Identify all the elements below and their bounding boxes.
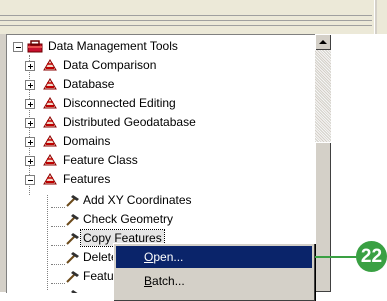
expand-toggle[interactable]: [25, 156, 35, 166]
expand-toggle[interactable]: [25, 118, 35, 128]
expand-toggle[interactable]: [25, 99, 35, 109]
toolset-label[interactable]: Features: [61, 171, 112, 187]
tree-connector: [51, 264, 65, 265]
toolbar-grip-line: [0, 25, 372, 26]
menu-item-batch-accel: B: [144, 274, 153, 288]
toolbar-grip-line: [0, 20, 372, 21]
menu-item-open-accel: O: [144, 250, 154, 264]
tree-connector: [47, 195, 48, 290]
hammer-icon: [66, 252, 79, 264]
toolset-label[interactable]: Distributed Geodatabase: [61, 114, 198, 130]
expand-toggle[interactable]: [25, 137, 35, 147]
toolset-label[interactable]: Data Comparison: [61, 57, 158, 73]
toolset-icon: [43, 154, 57, 166]
toolbar-grip-line: [0, 15, 372, 16]
toolset-icon: [43, 78, 57, 90]
hammer-icon: [66, 271, 79, 283]
step-callout-badge: 22: [356, 241, 387, 272]
menu-item-batch-label: atch...: [152, 274, 185, 288]
hammer-icon: [66, 214, 79, 226]
toolbox-icon: [27, 40, 43, 53]
tree-connector: [51, 207, 65, 208]
callout-leader-line: [315, 256, 359, 258]
expand-toggle[interactable]: [25, 61, 35, 71]
tree-connector: [51, 283, 65, 284]
toolset-label[interactable]: Domains: [61, 133, 112, 149]
hammer-icon: [66, 233, 79, 245]
toolbar-area: [0, 0, 387, 34]
tool-label[interactable]: Check Geometry: [81, 211, 175, 227]
toolset-icon: [43, 97, 57, 109]
collapse-toggle[interactable]: [13, 42, 23, 52]
menu-item-batch[interactable]: Batch...: [116, 270, 312, 292]
hammer-icon: [71, 290, 78, 293]
tree-root-label[interactable]: Data Management Tools: [46, 38, 180, 54]
tree-connector: [51, 245, 65, 246]
context-menu: Open... Batch...: [113, 243, 315, 301]
expand-toggle[interactable]: [25, 80, 35, 90]
toolset-label[interactable]: Database: [61, 76, 116, 92]
toolset-label[interactable]: Disconnected Editing: [61, 95, 178, 111]
toolset-icon: [43, 173, 57, 185]
scroll-thumb[interactable]: [315, 142, 331, 292]
toolset-icon: [43, 116, 57, 128]
tool-label[interactable]: Featu: [81, 268, 116, 284]
toolset-label[interactable]: Feature Class: [61, 152, 140, 168]
vertical-scrollbar[interactable]: [315, 34, 331, 292]
tool-label[interactable]: Add XY Coordinates: [81, 192, 194, 208]
menu-item-open-label: pen...: [153, 250, 184, 264]
collapse-toggle[interactable]: [25, 175, 35, 185]
menu-item-open[interactable]: Open...: [116, 246, 312, 268]
toolset-icon: [43, 135, 57, 147]
toolset-icon: [43, 59, 57, 71]
hammer-icon: [66, 195, 79, 207]
tree-connector: [51, 226, 65, 227]
toolbar-edge: [374, 0, 377, 34]
scroll-up-button[interactable]: [315, 34, 331, 50]
